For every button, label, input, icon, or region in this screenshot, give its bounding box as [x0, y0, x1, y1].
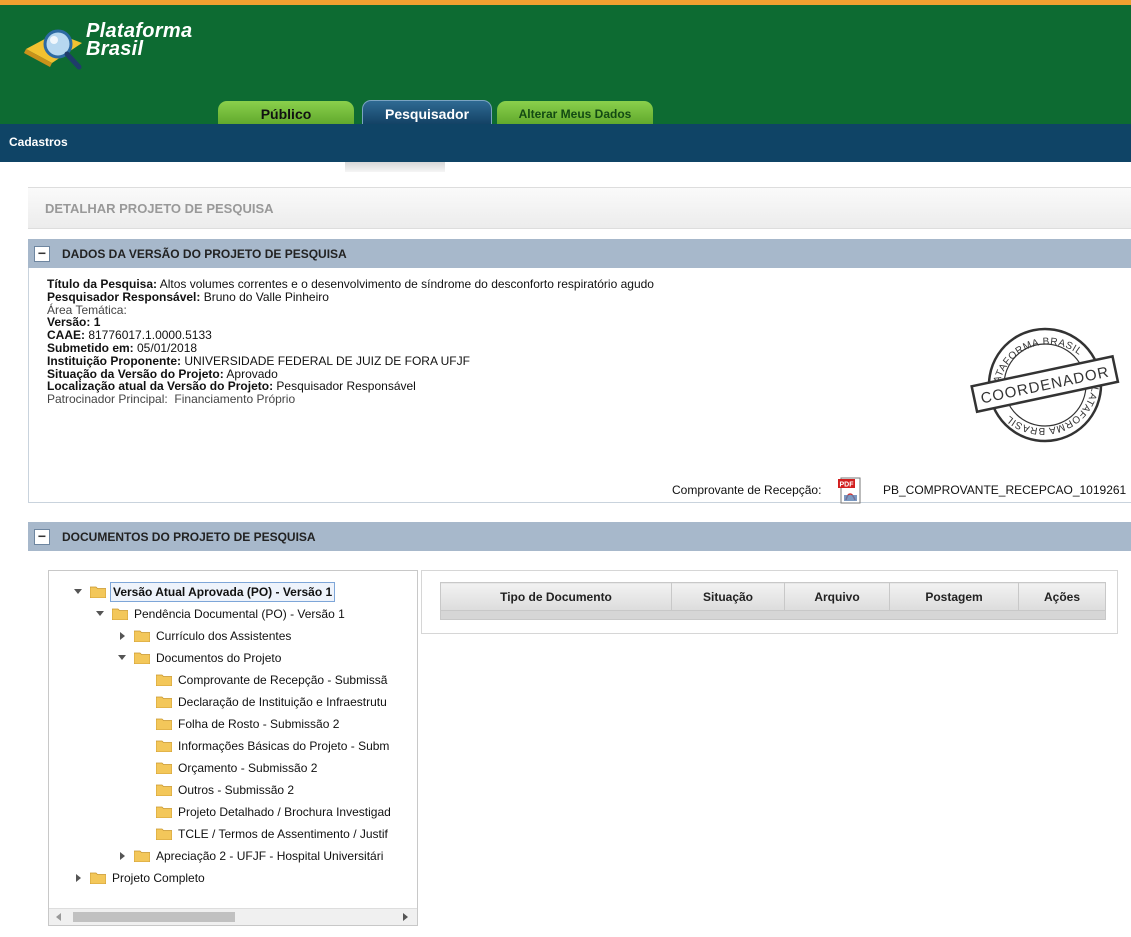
tree-label[interactable]: Documentos do Projeto	[156, 649, 281, 667]
tree-label[interactable]: Currículo dos Assistentes	[156, 627, 291, 645]
horizontal-scrollbar[interactable]	[49, 908, 417, 925]
receipt-file-link[interactable]: PB_COMPROVANTE_RECEPCAO_1019261	[883, 483, 1126, 497]
tree-label[interactable]: Orçamento - Submissão 2	[178, 759, 317, 777]
documents-panel-title: DOCUMENTOS DO PROJETO DE PESQUISA	[62, 530, 316, 544]
documents-table: Tipo de Documento Situação Arquivo Posta…	[440, 582, 1106, 620]
field-patrocinador: Patrocinador Principal: Financiamento Pr…	[47, 392, 296, 407]
col-tipo-documento[interactable]: Tipo de Documento	[440, 582, 672, 611]
tree-label[interactable]: Folha de Rosto - Submissão 2	[178, 715, 339, 733]
tree-label[interactable]: Versão Atual Aprovada (PO) - Versão 1	[109, 582, 336, 602]
tree-label[interactable]: Projeto Completo	[112, 869, 205, 887]
page-title: DETALHAR PROJETO DE PESQUISA	[45, 201, 274, 216]
folder-icon	[156, 784, 172, 796]
nav-item-cadastros[interactable]: Cadastros	[9, 135, 68, 149]
version-panel-header: − DADOS DA VERSÃO DO PROJETO DE PESQUISA	[28, 239, 1131, 268]
version-panel-title: DADOS DA VERSÃO DO PROJETO DE PESQUISA	[62, 247, 347, 261]
folder-icon	[134, 850, 150, 862]
page-title-bar: DETALHAR PROJETO DE PESQUISA	[28, 187, 1131, 229]
folder-icon	[90, 872, 106, 884]
project-info: Título da Pesquisa: Altos volumes corren…	[47, 278, 654, 406]
document-tree[interactable]: Versão Atual Aprovada (PO) - Versão 1 Pe…	[48, 570, 418, 926]
tree-label[interactable]: Apreciação 2 - UFJF - Hospital Universit…	[156, 847, 383, 865]
nav-shadow	[345, 162, 445, 172]
folder-icon	[156, 828, 172, 840]
folder-icon	[156, 806, 172, 818]
pdf-file-icon[interactable]: PDF	[838, 476, 862, 504]
brand-name: Plataforma Brasil	[86, 21, 192, 60]
coordenador-stamp-icon: PLATAFORMA BRASIL PLATAFORMA BRASIL COOR…	[970, 327, 1120, 443]
col-acoes[interactable]: Ações	[1018, 582, 1106, 611]
col-arquivo[interactable]: Arquivo	[784, 582, 890, 611]
folder-icon	[134, 652, 150, 664]
documents-panel-header: − DOCUMENTOS DO PROJETO DE PESQUISA	[28, 522, 1131, 551]
folder-icon	[156, 762, 172, 774]
tree-label[interactable]: Comprovante de Recepção - Submissã	[178, 671, 387, 689]
tree-label[interactable]: TCLE / Termos de Assentimento / Justif	[178, 825, 388, 843]
collapsed-arrow-icon[interactable]	[120, 632, 125, 640]
scrollbar-thumb[interactable]	[73, 912, 235, 922]
nav-bar: Cadastros	[0, 124, 1131, 162]
tree-label[interactable]: Projeto Detalhado / Brochura Investigad	[178, 803, 391, 821]
tree-label[interactable]: Pendência Documental (PO) - Versão 1	[134, 605, 345, 623]
col-situacao[interactable]: Situação	[671, 582, 785, 611]
folder-icon	[156, 718, 172, 730]
tab-publico[interactable]: Público	[218, 101, 354, 126]
field-pesquisador: Pesquisador Responsável: Bruno do Valle …	[47, 289, 329, 304]
pdf-icon-label: PDF	[840, 482, 855, 489]
table-empty-row	[440, 610, 1106, 620]
tree-label[interactable]: Informações Básicas do Projeto - Subm	[178, 737, 389, 755]
tab-alterar-meus-dados[interactable]: Alterar Meus Dados	[497, 101, 653, 126]
col-postagem[interactable]: Postagem	[889, 582, 1019, 611]
scroll-right-icon[interactable]	[403, 913, 408, 921]
documents-table-container: Tipo de Documento Situação Arquivo Posta…	[421, 570, 1118, 634]
receipt-label: Comprovante de Recepção:	[672, 483, 822, 497]
collapse-toggle-button[interactable]: −	[34, 529, 50, 545]
tree-label[interactable]: Declaração de Instituição e Infraestrutu	[178, 693, 387, 711]
expand-arrow-icon[interactable]	[96, 611, 104, 616]
collapsed-arrow-icon[interactable]	[76, 874, 81, 882]
expand-arrow-icon[interactable]	[74, 589, 82, 594]
folder-icon	[134, 630, 150, 642]
brand-line-2: Brasil	[86, 38, 144, 60]
folder-icon	[90, 586, 106, 598]
folder-icon	[156, 696, 172, 708]
folder-icon	[156, 740, 172, 752]
field-area-tematica: Área Temática:	[47, 302, 127, 317]
app-header: Plataforma Brasil Público Pesquisador Al…	[0, 5, 1131, 127]
folder-icon	[156, 674, 172, 686]
tree-label[interactable]: Outros - Submissão 2	[178, 781, 294, 799]
scroll-left-icon[interactable]	[56, 913, 61, 921]
expand-arrow-icon[interactable]	[118, 655, 126, 660]
tab-pesquisador[interactable]: Pesquisador	[362, 100, 492, 127]
collapse-toggle-button[interactable]: −	[34, 246, 50, 262]
version-panel-body: Título da Pesquisa: Altos volumes corren…	[28, 268, 1131, 504]
collapsed-arrow-icon[interactable]	[120, 852, 125, 860]
folder-icon	[112, 608, 128, 620]
